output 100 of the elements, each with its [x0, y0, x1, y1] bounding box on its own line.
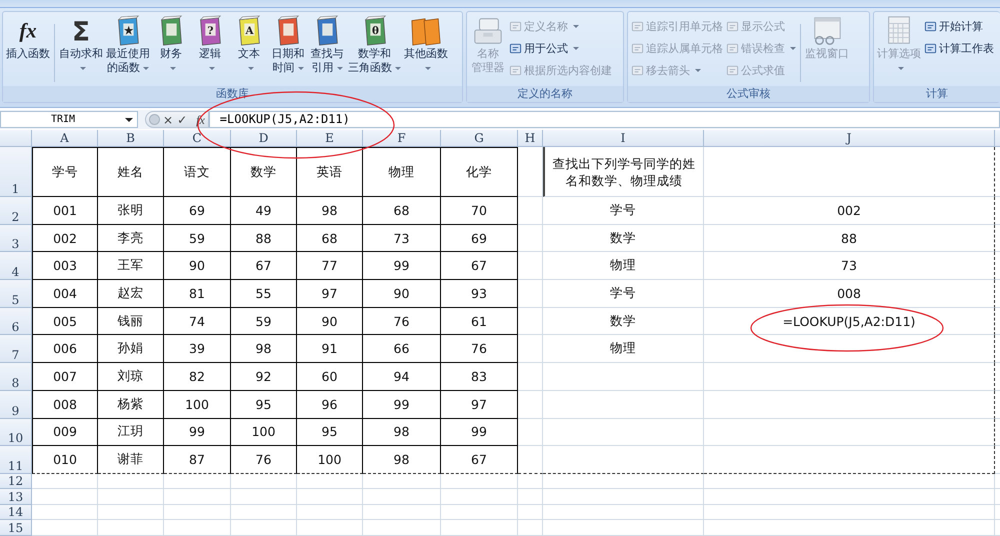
table-cell	[164, 504, 231, 520]
group-label: 函数库	[3, 86, 462, 102]
table-cell: 010	[32, 446, 98, 474]
table-cell: 学号	[32, 147, 98, 197]
table-cell	[164, 520, 231, 536]
table-cell: 张明	[98, 197, 164, 225]
ribbon-button[interactable]: 其他函数	[403, 14, 449, 76]
row-header[interactable]: 15	[0, 520, 32, 536]
row-header[interactable]: 8	[0, 363, 32, 391]
table-cell: 刘琼	[98, 363, 164, 391]
row-header[interactable]: 12	[0, 474, 32, 490]
table-cell: 学号	[543, 280, 704, 308]
table-cell: 008	[32, 390, 98, 418]
row-header[interactable]: 13	[0, 489, 32, 505]
table-cell: 76	[363, 308, 441, 336]
column-header[interactable]: E	[297, 130, 363, 147]
column-header[interactable]	[995, 130, 1000, 147]
table-cell: 003	[32, 252, 98, 280]
table-cell: 006	[32, 335, 98, 364]
tool-icon	[509, 64, 522, 76]
table-cell: 100	[231, 418, 297, 446]
row-header[interactable]: 11	[0, 446, 32, 474]
table-cell: 67	[441, 446, 518, 474]
formula-input[interactable]: =LOOKUP(J5,A2:D11)	[208, 111, 1000, 128]
table-cell: 95	[231, 390, 297, 418]
ribbon-button[interactable]: ★ 最近使用 的函数	[105, 14, 151, 76]
table-cell: 钱丽	[98, 308, 164, 336]
ribbon-button[interactable]: 计算工作表	[923, 38, 995, 58]
table-cell: 69	[441, 224, 518, 252]
table-cell: 87	[164, 446, 231, 474]
row-header[interactable]: 5	[0, 280, 32, 308]
table-cell: 76	[441, 335, 518, 364]
enter-button[interactable]: ✓	[176, 112, 188, 126]
ribbon-button[interactable]: ? 逻辑	[191, 14, 229, 76]
row-header[interactable]: 1	[0, 147, 32, 197]
table-cell	[297, 504, 363, 520]
column-header[interactable]: D	[231, 130, 297, 147]
table-cell: 93	[441, 280, 518, 308]
column-header[interactable]: I	[543, 130, 704, 147]
table-cell: 59	[231, 308, 297, 336]
table-cell	[32, 474, 98, 490]
table-cell: 孙娟	[98, 335, 164, 364]
ribbon-button[interactable]: Σ 自动求和	[58, 14, 104, 76]
table-cell: 92	[231, 363, 297, 391]
row-header[interactable]: 6	[0, 308, 32, 336]
table-cell: 姓名	[98, 147, 164, 197]
ribbon-button[interactable]: 开始计算	[923, 16, 995, 36]
column-header[interactable]: G	[441, 130, 518, 147]
table-cell: 61	[441, 308, 518, 336]
table-cell: 98	[297, 197, 363, 225]
table-cell: 99	[164, 418, 231, 446]
ribbon-button[interactable]: 查找与 引用	[308, 14, 346, 76]
sum-icon: Σ	[64, 15, 98, 47]
table-cell: 数学	[543, 308, 704, 336]
row-header[interactable]: 4	[0, 252, 32, 280]
table-cell: 数学	[543, 224, 704, 252]
row-header[interactable]: 3	[0, 224, 32, 252]
tool-icon	[631, 42, 644, 54]
function-icon: fx	[11, 15, 45, 47]
table-cell: 99	[363, 390, 441, 418]
table-cell: 39	[164, 335, 231, 364]
ribbon-button[interactable]: θ 数学和 三角函数	[347, 14, 402, 76]
ribbon-button[interactable]: 用于公式	[508, 38, 613, 58]
column-header[interactable]: H	[518, 130, 543, 147]
table-cell	[518, 504, 543, 520]
column-header[interactable]: J	[704, 130, 995, 147]
ribbon-button[interactable]: 日期和 时间	[269, 14, 307, 76]
row-header[interactable]: 10	[0, 418, 32, 446]
table-cell: 杨紫	[98, 390, 164, 418]
column-header[interactable]: A	[32, 130, 98, 147]
table-cell	[518, 474, 543, 490]
table-cell	[231, 474, 297, 490]
row-header[interactable]: 14	[0, 504, 32, 520]
table-cell: 73	[704, 252, 995, 280]
row-header[interactable]: 2	[0, 197, 32, 225]
tool-icon	[924, 20, 937, 32]
table-cell	[32, 489, 98, 505]
row-header[interactable]: 9	[0, 390, 32, 418]
ribbon-button[interactable]: fx 插入函数	[5, 14, 51, 62]
table-cell: 94	[363, 363, 441, 391]
table-cell: 77	[297, 252, 363, 280]
column-header[interactable]: C	[164, 130, 231, 147]
table-cell: 谢菲	[98, 446, 164, 474]
column-header[interactable]: F	[363, 130, 441, 147]
row-header[interactable]: 7	[0, 335, 32, 364]
table-cell	[231, 504, 297, 520]
table-cell: 88	[704, 224, 995, 252]
name-box[interactable]: TRIM	[0, 111, 138, 128]
table-cell	[518, 520, 543, 536]
table-cell: 查找出下列学号同学的姓名和数学、物理成绩	[543, 147, 704, 197]
column-header[interactable]: B	[98, 130, 164, 147]
table-cell: 91	[297, 335, 363, 364]
cancel-button[interactable]: ×	[162, 112, 174, 126]
ribbon-button[interactable]: A 文本	[230, 14, 268, 76]
table-cell: 97	[297, 280, 363, 308]
ribbon-button[interactable]: 财务	[152, 14, 190, 76]
select-all-corner[interactable]	[0, 130, 32, 147]
table-cell: 98	[363, 446, 441, 474]
table-cell: 97	[441, 390, 518, 418]
table-cell: 语文	[164, 147, 231, 197]
